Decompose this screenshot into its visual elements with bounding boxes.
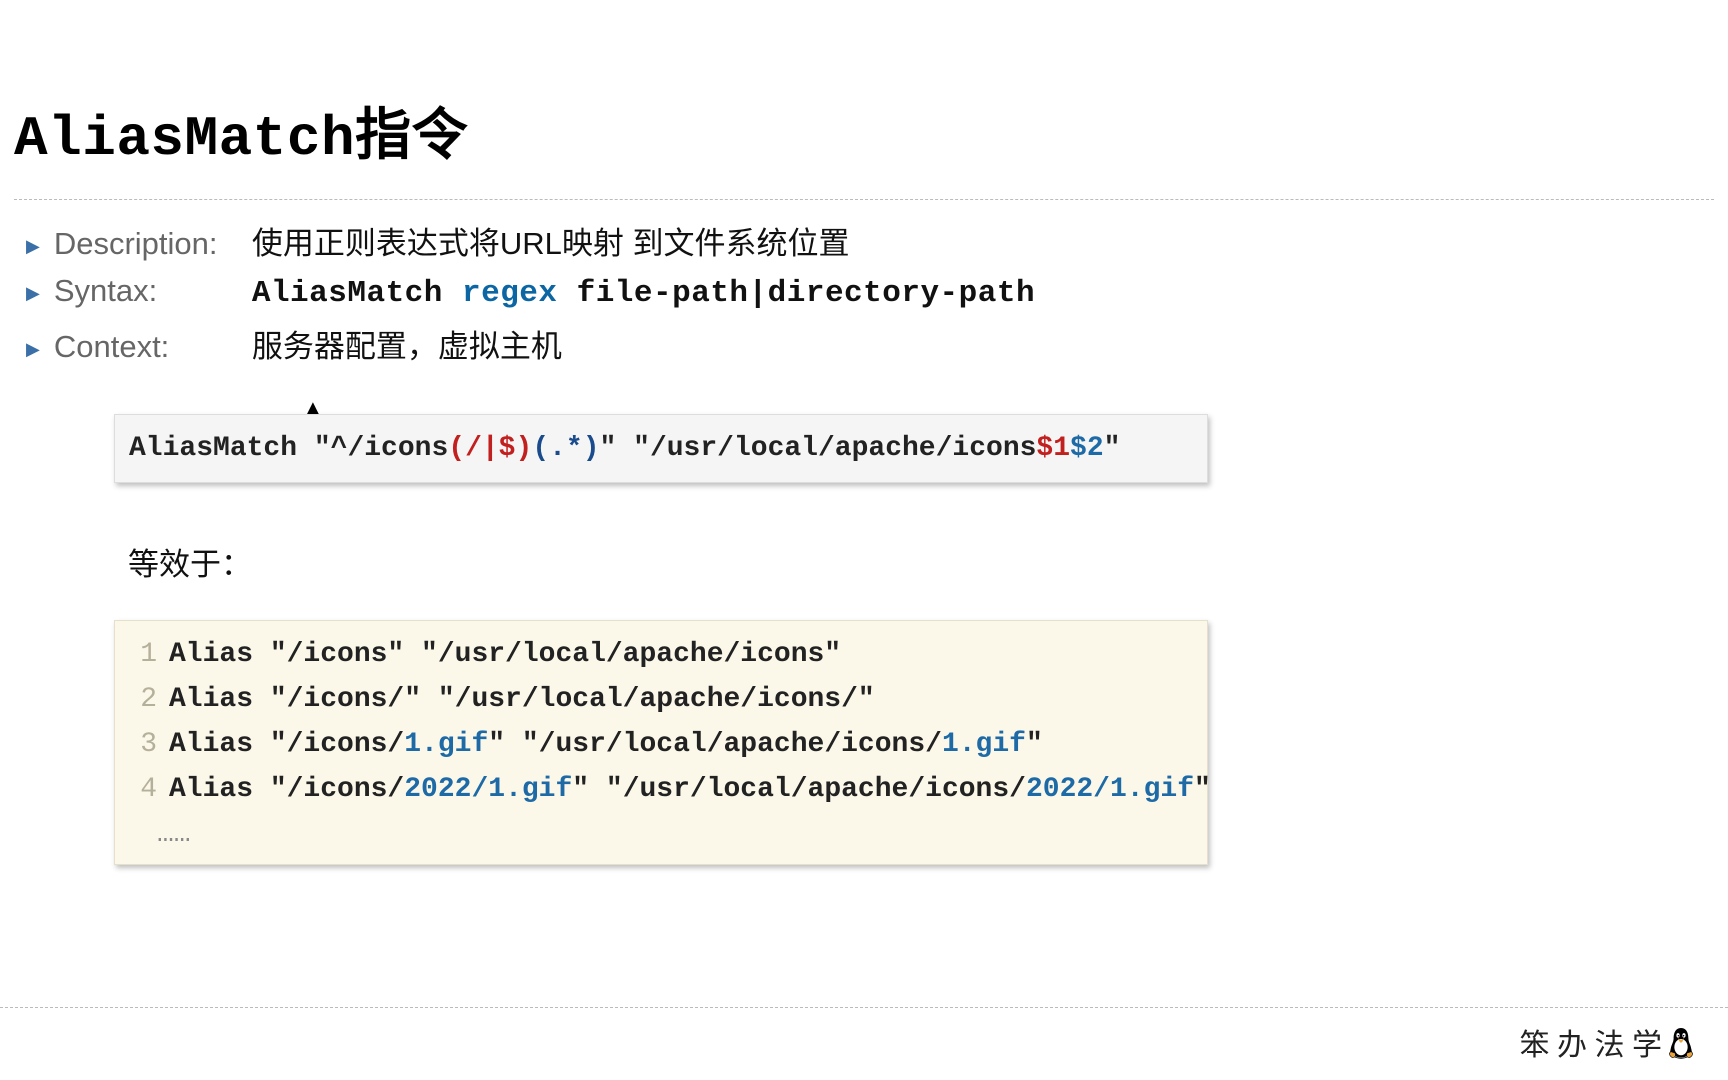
- syntax-suffix: file-path|directory-path: [558, 276, 1036, 311]
- code-line: 1Alias "/icons" "/usr/local/apache/icons…: [129, 639, 1193, 670]
- footer-brand: 笨 办 法 学: [1520, 1020, 1697, 1064]
- bullet-icon: ▶: [26, 283, 40, 304]
- meta-syntax: ▶ Syntax: AliasMatch regex file-path|dir…: [26, 273, 1714, 311]
- code-line: 2Alias "/icons/" "/usr/local/apache/icon…: [129, 684, 1193, 715]
- meta-label: Syntax:: [54, 273, 252, 309]
- meta-value: 服务器配置，虚拟主机: [252, 321, 562, 366]
- syntax-prefix: AliasMatch: [252, 276, 462, 311]
- title-mono: AliasMatch: [14, 107, 355, 171]
- footer-text: 笨 办 法 学: [1520, 1020, 1663, 1064]
- divider: [0, 1007, 1728, 1008]
- meta-value: 使用正则表达式将URL映射 到文件系统位置: [252, 218, 850, 263]
- meta-context: ▶ Context: 服务器配置，虚拟主机: [26, 321, 1714, 366]
- code-ellipsis: ……: [129, 819, 1193, 850]
- linux-tux-icon: [1666, 1025, 1696, 1059]
- equivalent-label: 等效于：: [128, 539, 1714, 584]
- title-cjk: 指令: [355, 103, 468, 166]
- meta-label: Context:: [54, 329, 252, 365]
- bullet-icon: ▶: [26, 339, 40, 360]
- code-equivalent-list: 1Alias "/icons" "/usr/local/apache/icons…: [114, 620, 1208, 865]
- divider: [14, 199, 1714, 200]
- page-title: AliasMatch指令: [14, 90, 1714, 171]
- meta-value: AliasMatch regex file-path|directory-pat…: [252, 276, 1035, 311]
- meta-description: ▶ Description: 使用正则表达式将URL映射 到文件系统位置: [26, 218, 1714, 263]
- bullet-icon: ▶: [26, 236, 40, 257]
- syntax-regex: regex: [462, 276, 558, 311]
- meta-block: ▶ Description: 使用正则表达式将URL映射 到文件系统位置 ▶ S…: [14, 218, 1714, 366]
- code-example: AliasMatch "^/icons(/|$)(.*)" "/usr/loca…: [114, 414, 1208, 483]
- meta-label: Description:: [54, 226, 252, 262]
- code-line: 4Alias "/icons/2022/1.gif" "/usr/local/a…: [129, 774, 1193, 805]
- code-line: 3Alias "/icons/1.gif" "/usr/local/apache…: [129, 729, 1193, 760]
